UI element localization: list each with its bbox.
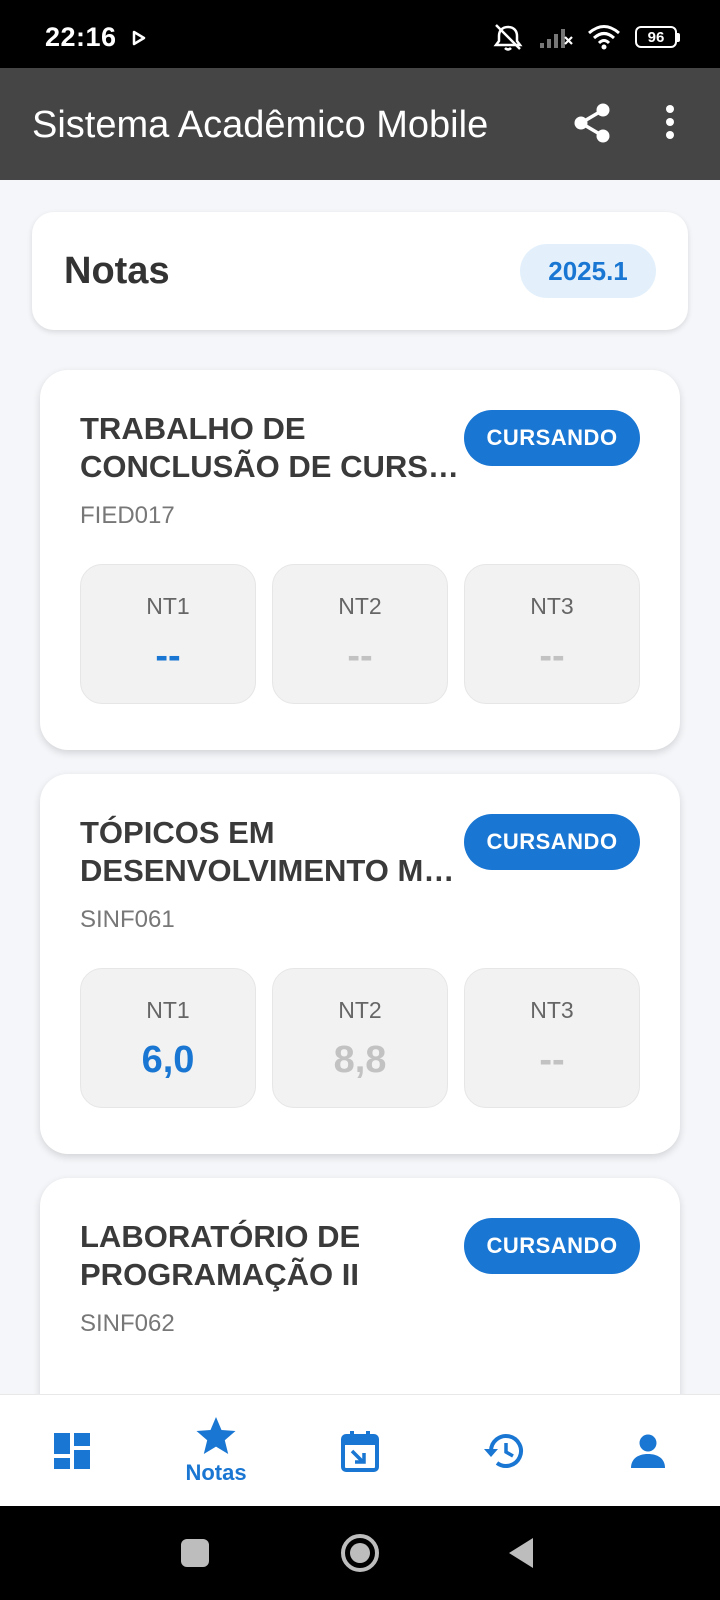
grade-label: NT3 (530, 593, 574, 619)
grade-box-nt2: NT2 -- (272, 564, 448, 704)
course-name-line: CONCLUSÃO DE CURSO II (80, 449, 460, 484)
nav-label: Notas (185, 1460, 247, 1485)
signal-off-icon (540, 29, 573, 48)
nav-history[interactable] (432, 1395, 576, 1507)
app-bar: Sistema Acadêmico Mobile (0, 68, 720, 180)
content-area[interactable]: Notas 2025.1 TRABALHO DE CONCLUSÃO DE CU… (0, 180, 720, 1394)
course-card[interactable]: TRABALHO DE CONCLUSÃO DE CURSO II CURSAN… (40, 370, 680, 750)
course-code: SINF062 (80, 1310, 175, 1337)
battery-icon: 96 (635, 26, 680, 48)
course-name-line: TÓPICOS EM (80, 815, 275, 850)
course-name-line: PROGRAMAÇÃO II (80, 1257, 359, 1292)
grade-value: -- (155, 635, 181, 677)
calendar-icon (341, 1431, 379, 1472)
grade-box-nt1: NT1 6,0 (80, 968, 256, 1108)
silent-alarm-icon (493, 24, 523, 51)
header-card: Notas 2025.1 (32, 212, 688, 330)
share-icon[interactable] (572, 102, 612, 144)
grade-value: -- (347, 635, 373, 677)
back-icon[interactable] (506, 1536, 536, 1570)
semester-badge[interactable]: 2025.1 (520, 244, 656, 298)
course-name-line: LABORATÓRIO DE (80, 1219, 361, 1254)
grade-label: NT3 (530, 997, 574, 1023)
status-bar: 22:16 96 (0, 0, 720, 68)
course-name-line: DESENVOLVIMENTO MO... (80, 853, 460, 888)
home-icon[interactable] (340, 1533, 380, 1573)
grade-label: NT2 (338, 593, 382, 619)
course-code: FIED017 (80, 502, 175, 529)
recents-icon[interactable] (180, 1538, 210, 1568)
battery-level: 96 (635, 26, 677, 48)
star-icon (196, 1417, 236, 1454)
person-icon (631, 1434, 665, 1468)
app-title: Sistema Acadêmico Mobile (32, 104, 489, 146)
play-icon (132, 30, 146, 46)
system-nav-bar (0, 1506, 720, 1600)
grades-row: NT1 -- NT2 -- NT3 -- (80, 564, 640, 704)
wifi-icon (588, 25, 620, 50)
nav-dashboard[interactable] (0, 1395, 144, 1507)
page-title: Notas (64, 250, 170, 292)
grade-box-nt3: NT3 -- (464, 564, 640, 704)
history-icon (484, 1434, 523, 1468)
status-badge: CURSANDO (464, 814, 640, 870)
grade-box-nt1: NT1 -- (80, 564, 256, 704)
course-name: LABORATÓRIO DE PROGRAMAÇÃO II (80, 1218, 460, 1294)
course-name: TÓPICOS EM DESENVOLVIMENTO MO... (80, 814, 460, 890)
status-badge: CURSANDO (464, 1218, 640, 1274)
course-card[interactable]: TÓPICOS EM DESENVOLVIMENTO MO... CURSAND… (40, 774, 680, 1154)
course-card[interactable]: LABORATÓRIO DE PROGRAMAÇÃO II CURSANDO S… (40, 1178, 680, 1394)
grade-value: -- (539, 635, 565, 677)
grade-label: NT1 (146, 593, 190, 619)
nav-profile[interactable] (576, 1395, 720, 1507)
grade-value: 6,0 (141, 1039, 195, 1081)
more-vert-icon[interactable] (664, 104, 676, 140)
dashboard-icon (54, 1433, 90, 1469)
status-badge: CURSANDO (464, 410, 640, 466)
status-time: 22:16 (45, 22, 117, 52)
nav-notas[interactable]: Notas (144, 1395, 288, 1507)
course-name: TRABALHO DE CONCLUSÃO DE CURSO II (80, 410, 460, 486)
grade-label: NT2 (338, 997, 382, 1023)
grade-value: 8,8 (333, 1039, 387, 1081)
nav-calendar[interactable] (288, 1395, 432, 1507)
bottom-nav: Notas (0, 1394, 720, 1506)
grade-label: NT1 (146, 997, 190, 1023)
course-code: SINF061 (80, 906, 175, 933)
grade-value: -- (539, 1039, 565, 1081)
grades-row: NT1 6,0 NT2 8,8 NT3 -- (80, 968, 640, 1108)
grade-box-nt2: NT2 8,8 (272, 968, 448, 1108)
course-name-line: TRABALHO DE (80, 411, 306, 446)
grade-box-nt3: NT3 -- (464, 968, 640, 1108)
